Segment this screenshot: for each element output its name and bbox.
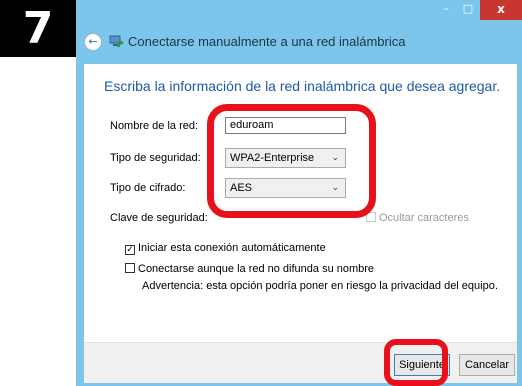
connect-hidden-checkbox[interactable] (125, 263, 135, 273)
security-type-label: Tipo de seguridad: (110, 152, 201, 164)
encryption-type-select[interactable]: AES ⌄ (225, 178, 346, 198)
back-arrow-icon[interactable]: ← (84, 33, 102, 51)
next-button[interactable]: Siguiente (394, 354, 450, 376)
encryption-type-value: AES (230, 182, 253, 194)
cancel-button[interactable]: Cancelar (459, 354, 515, 376)
network-name-input[interactable]: eduroam (225, 117, 346, 134)
maximize-button[interactable]: □ (458, 0, 478, 20)
page-heading: Escriba la información de la red inalámb… (104, 78, 501, 94)
encryption-type-label: Tipo de cifrado: (110, 182, 186, 194)
security-type-value: WPA2-Enterprise (230, 152, 315, 164)
dialog-window: – □ x ← Conectarse manualmente a una red… (76, 0, 522, 386)
window-title: Conectarse manualmente a una red inalámb… (128, 34, 406, 49)
network-icon (109, 35, 124, 48)
hide-characters-checkbox[interactable] (366, 212, 376, 222)
chevron-down-icon: ⌄ (331, 183, 339, 193)
dialog-content: Escriba la información de la red inalámb… (84, 64, 517, 383)
security-key-label: Clave de seguridad: (110, 212, 208, 224)
dialog-footer: Siguiente Cancelar (84, 342, 517, 383)
close-button[interactable]: x (480, 0, 522, 20)
connect-hidden-label: Conectarse aunque la red no difunda su n… (138, 263, 375, 275)
title-bar: – □ x (76, 0, 522, 24)
minimize-button[interactable]: – (436, 0, 456, 20)
hide-characters-label: Ocultar caracteres (379, 212, 469, 224)
network-name-label: Nombre de la red: (110, 120, 199, 132)
privacy-warning: Advertencia: esta opción podría poner en… (142, 280, 498, 292)
chevron-down-icon: ⌄ (331, 153, 339, 163)
auto-connect-checkbox[interactable]: ✓ (125, 245, 135, 255)
connect-hidden-option[interactable]: Conectarse aunque la red no difunda su n… (125, 263, 374, 275)
step-number-badge: 7 (0, 0, 76, 57)
security-type-select[interactable]: WPA2-Enterprise ⌄ (225, 148, 346, 168)
auto-connect-option[interactable]: ✓ Iniciar esta conexión automáticamente (125, 242, 326, 255)
dialog-header: ← Conectarse manualmente a una red inalá… (76, 24, 522, 64)
hide-characters-option[interactable]: Ocultar caracteres (366, 212, 469, 224)
auto-connect-label: Iniciar esta conexión automáticamente (138, 242, 326, 254)
